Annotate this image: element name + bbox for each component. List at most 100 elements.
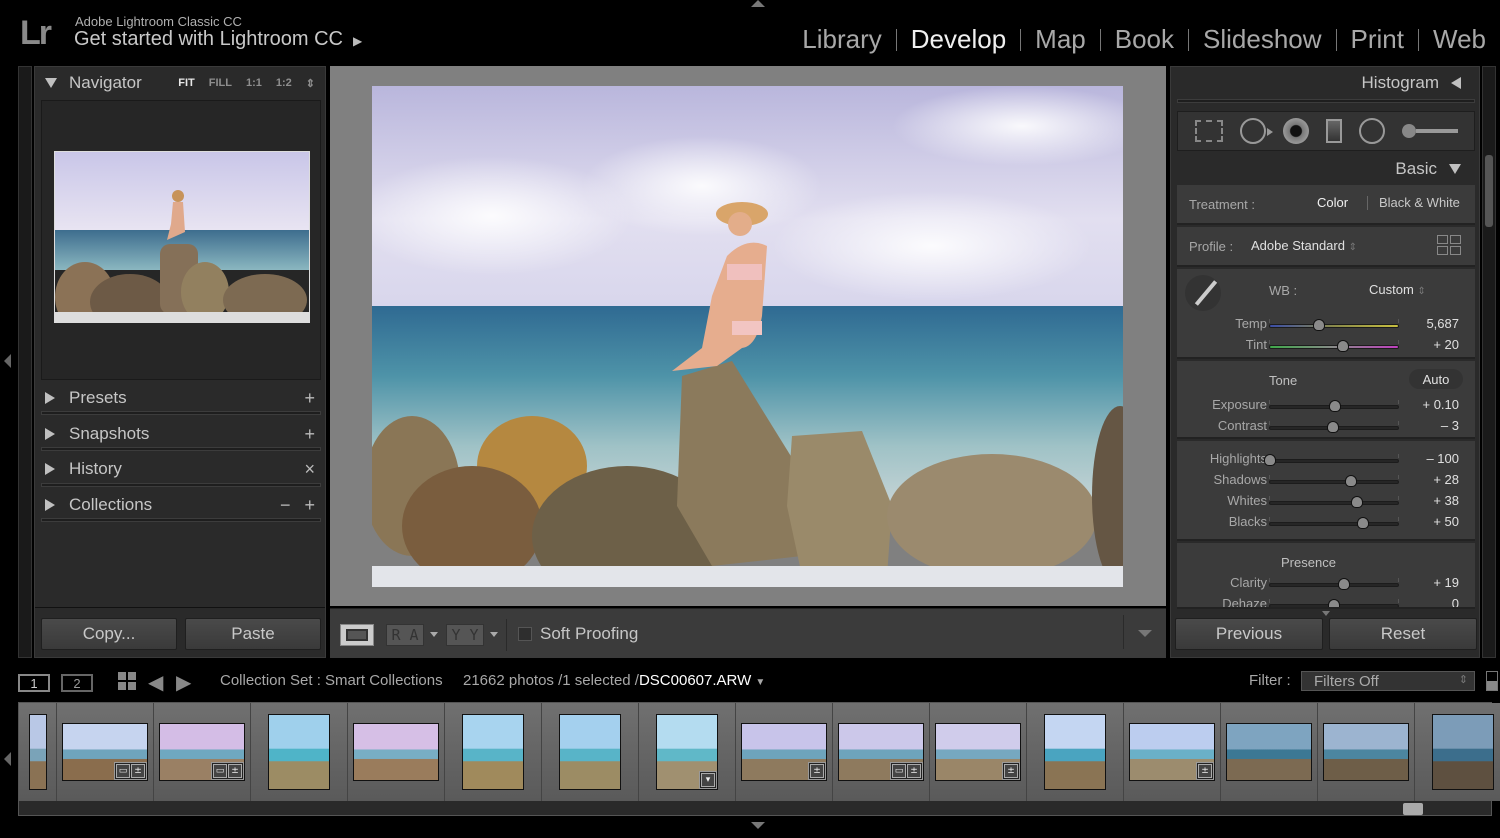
filmstrip-cell[interactable] bbox=[445, 703, 542, 801]
filmstrip-thumbnail[interactable] bbox=[353, 723, 439, 781]
slider-thumb[interactable] bbox=[1329, 400, 1342, 412]
add-preset-icon[interactable]: + bbox=[304, 388, 315, 409]
source-breadcrumb[interactable]: Collection Set : Smart Collections bbox=[220, 672, 443, 689]
bottom-panel-toggle-icon[interactable] bbox=[751, 822, 765, 829]
filmstrip-cell[interactable]: ▾ bbox=[639, 703, 736, 801]
graduated-filter-icon[interactable] bbox=[1325, 119, 1342, 143]
slider-track[interactable] bbox=[1269, 599, 1399, 607]
filmstrip-thumbnail[interactable]: ▭ ± bbox=[159, 723, 245, 781]
wb-select[interactable]: Custom ⇕ bbox=[1369, 282, 1426, 297]
treatment-bw-option[interactable]: Black & White bbox=[1379, 195, 1460, 210]
top-panel-toggle-icon[interactable] bbox=[751, 0, 765, 7]
back-arrow-icon[interactable]: ◀ bbox=[148, 670, 163, 695]
filmstrip-cell[interactable]: ± bbox=[736, 703, 833, 801]
filmstrip-thumbnail[interactable] bbox=[1432, 714, 1494, 790]
filmstrip-cell[interactable]: ± bbox=[1124, 703, 1221, 801]
filmstrip-thumbnail[interactable]: ± bbox=[741, 723, 827, 781]
dropdown-arrow-icon[interactable] bbox=[490, 632, 498, 637]
filmstrip-thumbnail[interactable] bbox=[1226, 723, 1312, 781]
zoom-stepper-icon[interactable]: ⇕ bbox=[306, 77, 315, 90]
slider-thumb[interactable] bbox=[1328, 599, 1340, 607]
filmstrip-thumbnail[interactable] bbox=[1044, 714, 1106, 790]
slider-value[interactable]: + 38 bbox=[1433, 493, 1459, 508]
filter-select[interactable]: Filters Off ⇕ bbox=[1301, 671, 1475, 691]
navigator-header[interactable]: Navigator FIT FILL 1:1 1:2 ⇕ bbox=[35, 67, 325, 99]
filmstrip-cell[interactable] bbox=[1221, 703, 1318, 801]
left-filmstrip-toggle-icon[interactable] bbox=[4, 752, 11, 766]
slider-thumb[interactable] bbox=[1338, 578, 1351, 590]
filmstrip-cell[interactable] bbox=[19, 703, 57, 801]
slider-value[interactable]: – 100 bbox=[1426, 451, 1459, 466]
radial-filter-icon[interactable] bbox=[1358, 118, 1385, 144]
module-web[interactable]: Web bbox=[1419, 24, 1500, 55]
soft-proofing-checkbox[interactable] bbox=[518, 627, 532, 641]
filmstrip-cell[interactable] bbox=[1027, 703, 1124, 801]
profile-browser-icon[interactable] bbox=[1437, 235, 1461, 255]
slider-thumb[interactable] bbox=[1357, 517, 1370, 529]
module-print[interactable]: Print bbox=[1337, 24, 1418, 55]
histogram-header[interactable]: Histogram bbox=[1362, 73, 1461, 93]
adjust-badge-icon[interactable]: ± bbox=[810, 764, 824, 778]
filmstrip-cell[interactable]: ▭ ± bbox=[57, 703, 154, 801]
slider-value[interactable]: 5,687 bbox=[1426, 316, 1459, 331]
slider-value[interactable]: + 20 bbox=[1433, 337, 1459, 352]
filmstrip-thumbnail[interactable] bbox=[559, 714, 621, 790]
left-panel-scrollbar[interactable] bbox=[18, 66, 32, 658]
scrollbar-thumb[interactable] bbox=[1485, 155, 1493, 227]
slider-track[interactable] bbox=[1269, 517, 1399, 529]
navigator-thumbnail[interactable] bbox=[54, 151, 310, 323]
previous-button[interactable]: Previous bbox=[1175, 618, 1323, 650]
zoom-option-fit[interactable]: FIT bbox=[178, 77, 195, 90]
module-book[interactable]: Book bbox=[1101, 24, 1188, 55]
slider-track[interactable] bbox=[1269, 475, 1399, 487]
collections-panel-header[interactable]: Collections − + bbox=[35, 488, 325, 522]
slider-thumb[interactable] bbox=[1336, 340, 1349, 352]
adjustment-brush-icon[interactable] bbox=[1401, 124, 1458, 138]
slider-track[interactable] bbox=[1269, 400, 1399, 412]
slider-value[interactable]: 0 bbox=[1452, 596, 1459, 607]
paste-settings-button[interactable]: Paste bbox=[185, 618, 321, 650]
slider-value[interactable]: + 50 bbox=[1433, 514, 1459, 529]
slider-thumb[interactable] bbox=[1351, 496, 1364, 508]
loupe-view-button[interactable] bbox=[340, 624, 374, 646]
crop-badge-icon[interactable]: ▭ bbox=[213, 764, 227, 778]
filmstrip-cell[interactable] bbox=[348, 703, 445, 801]
slider-thumb[interactable] bbox=[1312, 319, 1325, 331]
filmstrip-thumbnail[interactable] bbox=[1323, 723, 1409, 781]
profile-select[interactable]: Adobe Standard ⇕ bbox=[1251, 238, 1357, 253]
filmstrip-thumbnail[interactable] bbox=[462, 714, 524, 790]
filmstrip-cell[interactable]: ▭ ± bbox=[833, 703, 930, 801]
filmstrip-thumbnail[interactable]: ± bbox=[935, 723, 1021, 781]
adjust-badge-icon[interactable]: ± bbox=[907, 764, 921, 778]
red-eye-icon[interactable] bbox=[1282, 118, 1309, 144]
slider-track[interactable] bbox=[1264, 454, 1399, 466]
adjust-badge-icon[interactable]: ± bbox=[228, 764, 242, 778]
filmstrip-cell[interactable] bbox=[1318, 703, 1415, 801]
filmstrip-thumbnail[interactable] bbox=[268, 714, 330, 790]
zoom-option-1-2[interactable]: 1:2 bbox=[276, 77, 292, 90]
copy-settings-button[interactable]: Copy... bbox=[41, 618, 177, 650]
primary-display-button[interactable]: 1 bbox=[18, 674, 50, 692]
toolbar-menu-chevron-icon[interactable] bbox=[1138, 630, 1152, 637]
crop-overlay-icon[interactable] bbox=[1194, 120, 1223, 142]
spot-removal-icon[interactable] bbox=[1239, 118, 1273, 144]
module-map[interactable]: Map bbox=[1021, 24, 1100, 55]
slider-value[interactable]: + 0.10 bbox=[1422, 397, 1459, 412]
slider-thumb[interactable] bbox=[1326, 421, 1339, 433]
filmstrip-cell[interactable] bbox=[251, 703, 348, 801]
adjust-badge-icon[interactable]: ± bbox=[1198, 764, 1212, 778]
module-develop[interactable]: Develop bbox=[897, 24, 1020, 55]
slider-thumb[interactable] bbox=[1344, 475, 1357, 487]
reset-button[interactable]: Reset bbox=[1329, 618, 1477, 650]
secondary-display-button[interactable]: 2 bbox=[61, 674, 93, 692]
zoom-option-1-1[interactable]: 1:1 bbox=[246, 77, 262, 90]
history-panel-header[interactable]: History × bbox=[35, 452, 325, 486]
presets-panel-header[interactable]: Presets + bbox=[35, 381, 325, 415]
adjust-badge-icon[interactable]: ± bbox=[131, 764, 145, 778]
filmstrip-cell[interactable] bbox=[1415, 703, 1500, 801]
auto-tone-button[interactable]: Auto bbox=[1409, 369, 1463, 389]
navigator-preview[interactable] bbox=[41, 100, 321, 380]
slider-track[interactable] bbox=[1269, 496, 1399, 508]
adjust-badge-icon[interactable]: ± bbox=[1004, 764, 1018, 778]
remove-collection-icon[interactable]: − bbox=[280, 495, 291, 516]
